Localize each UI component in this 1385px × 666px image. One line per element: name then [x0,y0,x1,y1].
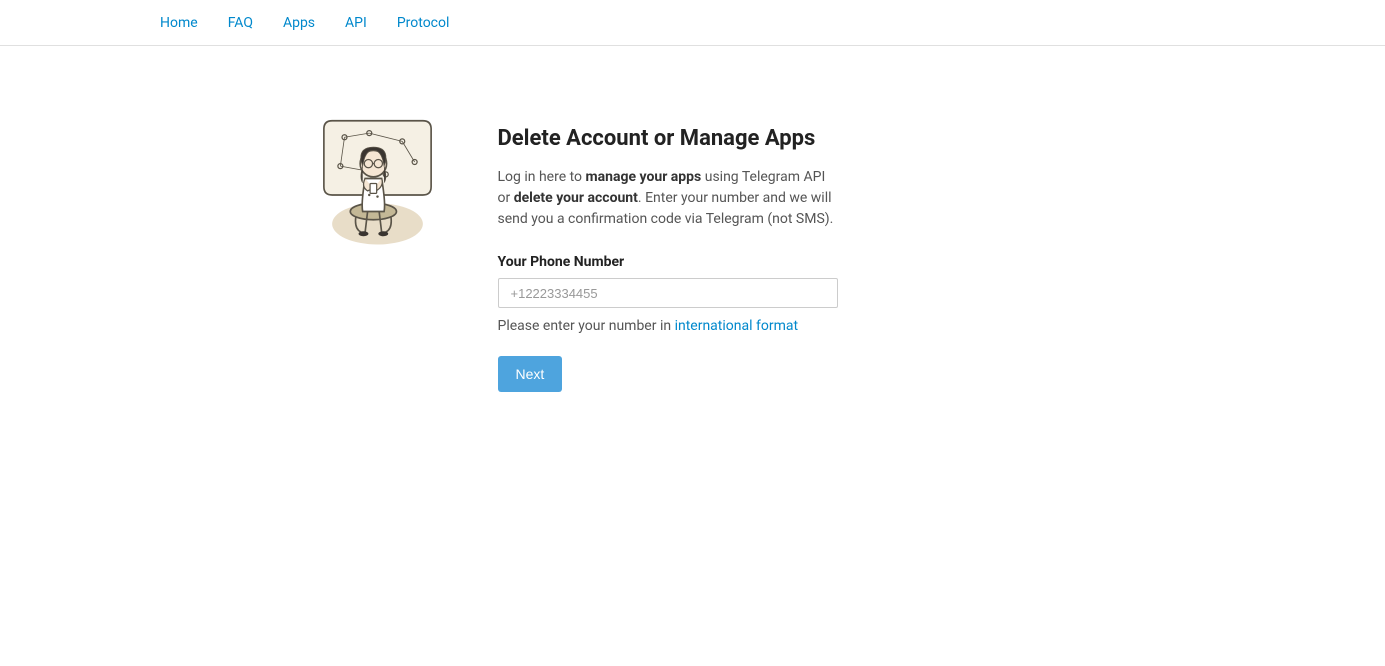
desc-strong-delete: delete your account [514,190,638,206]
phone-input[interactable] [498,278,838,308]
nav-apps-link[interactable]: Apps [283,15,315,31]
nav-home-link[interactable]: Home [160,15,198,31]
main-container: Delete Account or Manage Apps Log in her… [288,46,1098,392]
telegram-character-icon [295,96,460,261]
nav-protocol-link[interactable]: Protocol [397,15,450,31]
top-nav: Home FAQ Apps API Protocol [0,0,1385,46]
nav-api-link[interactable]: API [345,15,367,31]
nav-faq-link[interactable]: FAQ [228,15,253,31]
help-fragment: Please enter your number in [498,318,675,334]
phone-label: Your Phone Number [498,254,838,270]
help-text: Please enter your number in internationa… [498,318,838,334]
illustration-area [288,96,468,392]
content-area: Delete Account or Manage Apps Log in her… [498,96,838,392]
description-text: Log in here to manage your apps using Te… [498,167,838,230]
desc-fragment: Log in here to [498,169,586,185]
desc-strong-manage: manage your apps [586,169,702,185]
international-format-link[interactable]: international format [675,318,799,334]
page-heading: Delete Account or Manage Apps [498,126,838,151]
next-button[interactable]: Next [498,356,563,392]
